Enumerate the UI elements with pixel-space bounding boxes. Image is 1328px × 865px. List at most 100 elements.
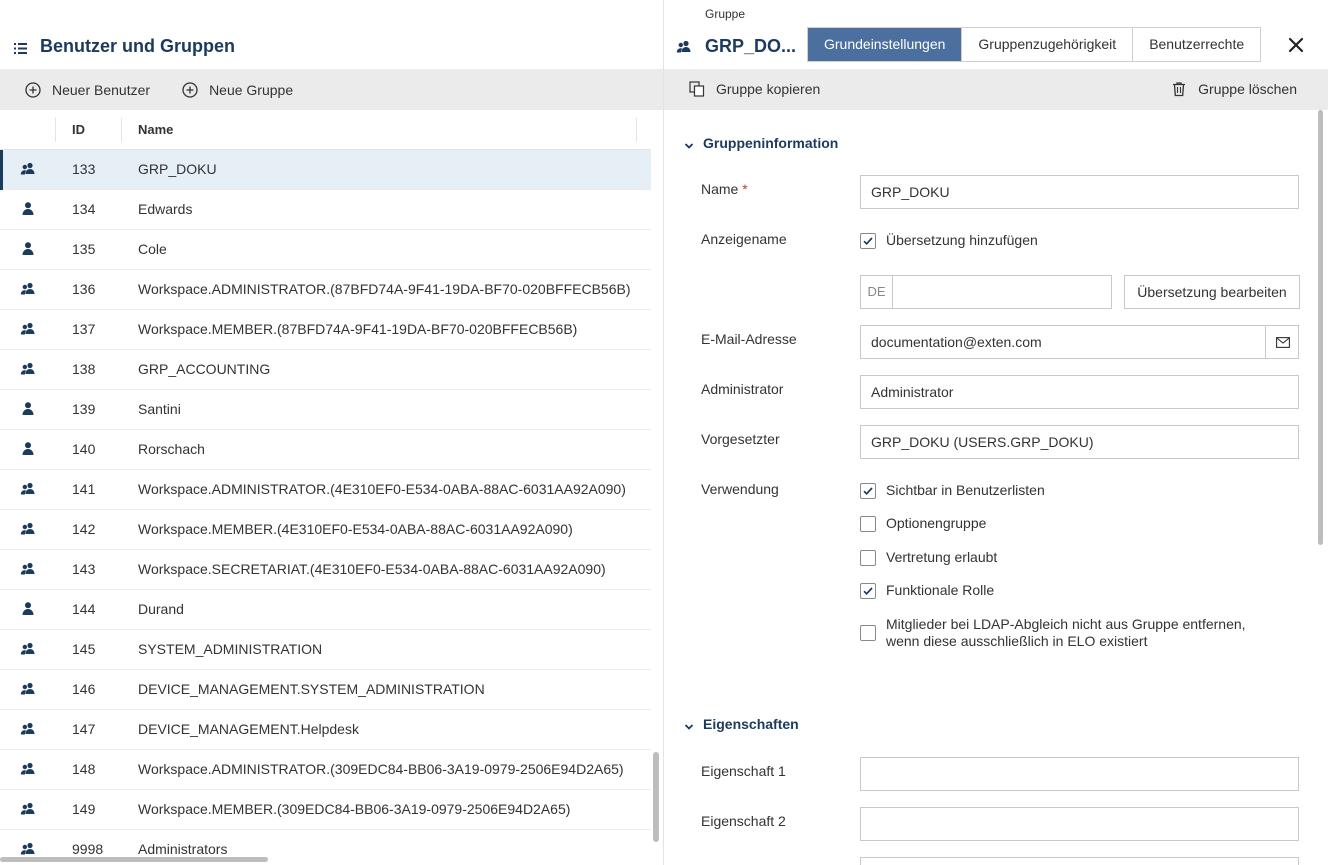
usage-option-checkbox[interactable]: Vertretung erlaubt <box>860 549 997 566</box>
group-icon <box>20 681 36 697</box>
property-3-field[interactable] <box>860 857 1299 865</box>
tab-user-rights[interactable]: Benutzerrechte <box>1133 28 1261 61</box>
add-translation-label: Übersetzung hinzufügen <box>886 232 1038 248</box>
delete-group-label: Gruppe löschen <box>1198 81 1297 97</box>
table-row[interactable]: 137 Workspace.MEMBER.(87BFD74A-9F41-19DA-… <box>0 310 651 350</box>
detail-toolbar: Gruppe kopieren Gruppe löschen <box>664 69 1328 110</box>
detail-caption: Gruppe <box>705 7 746 21</box>
table-row[interactable]: 141 Workspace.ADMINISTRATOR.(4E310EF0-E53… <box>0 470 651 510</box>
horizontal-scrollbar[interactable] <box>0 857 268 862</box>
row-name: GRP_DOKU <box>138 161 217 177</box>
detail-title: GRP_DO... <box>705 36 797 56</box>
new-group-button[interactable]: Neue Gruppe <box>182 82 293 98</box>
usage-option-checkbox[interactable]: Funktionale Rolle <box>860 582 994 599</box>
column-divider[interactable] <box>55 118 56 142</box>
name-field[interactable] <box>860 175 1299 209</box>
row-name: Rorschach <box>138 441 205 457</box>
row-name: GRP_ACCOUNTING <box>138 361 271 377</box>
section-properties-label: Eigenschaften <box>703 716 799 732</box>
language-prefix: DE <box>861 276 893 308</box>
table-row[interactable]: 145 SYSTEM_ADMINISTRATION <box>0 630 651 670</box>
usage-option-label: Optionengruppe <box>886 515 987 531</box>
row-id: 145 <box>72 641 96 657</box>
column-header-id[interactable]: ID <box>72 122 85 137</box>
table-row[interactable]: 135 Cole <box>0 230 651 270</box>
row-name: Workspace.ADMINISTRATOR.(87BFD74A-9F41-1… <box>138 281 631 297</box>
supervisor-label: Vorgesetzter <box>701 431 780 447</box>
group-icon <box>20 801 36 817</box>
column-header-name[interactable]: Name <box>138 122 173 137</box>
row-id: 143 <box>72 561 96 577</box>
delete-group-button[interactable]: Gruppe löschen <box>1171 81 1297 97</box>
checkbox-unchecked[interactable] <box>860 516 876 532</box>
section-group-info[interactable]: Gruppeninformation <box>684 135 838 151</box>
group-icon <box>20 521 36 537</box>
row-id: 146 <box>72 681 96 697</box>
tab-basic-settings[interactable]: Grundeinstellungen <box>808 28 963 61</box>
detail-tabs: Grundeinstellungen Gruppenzugehörigkeit … <box>807 27 1262 62</box>
row-name: DEVICE_MANAGEMENT.Helpdesk <box>138 721 359 737</box>
table-row[interactable]: 134 Edwards <box>0 190 651 230</box>
user-icon <box>20 401 36 417</box>
row-name: Cole <box>138 241 167 257</box>
close-icon[interactable] <box>1287 36 1305 54</box>
column-divider[interactable] <box>121 118 122 142</box>
row-name: Workspace.SECRETARIAT.(4E310EF0-E534-0AB… <box>138 561 606 577</box>
copy-group-button[interactable]: Gruppe kopieren <box>689 81 820 97</box>
supervisor-field[interactable] <box>860 425 1299 459</box>
plus-circle-icon <box>25 81 41 98</box>
table-row[interactable]: 143 Workspace.SECRETARIAT.(4E310EF0-E534-… <box>0 550 651 590</box>
row-name: Workspace.MEMBER.(4E310EF0-E534-0ABA-88A… <box>138 521 573 537</box>
usage-option-checkbox[interactable]: Optionengruppe <box>860 515 986 532</box>
checkbox-checked[interactable] <box>860 483 876 499</box>
group-icon <box>20 321 36 337</box>
usage-option-checkbox[interactable]: Sichtbar in Benutzerlisten <box>860 482 1045 499</box>
table-row[interactable]: 140 Rorschach <box>0 430 651 470</box>
table-row[interactable]: 148 Workspace.ADMINISTRATOR.(309EDC84-BB0… <box>0 750 651 790</box>
checkbox-checked[interactable] <box>860 233 876 249</box>
new-group-label: Neue Gruppe <box>209 81 294 98</box>
usage-option-label: Mitglieder bei LDAP-Abgleich nicht aus G… <box>886 616 1246 649</box>
checkbox-checked[interactable] <box>860 583 876 599</box>
vertical-scrollbar[interactable] <box>1318 110 1323 545</box>
table-row[interactable]: 147 DEVICE_MANAGEMENT.Helpdesk <box>0 710 651 750</box>
tab-group-membership[interactable]: Gruppenzugehörigkeit <box>962 28 1134 61</box>
new-user-label: Neuer Benutzer <box>52 81 151 98</box>
table-row[interactable]: 142 Workspace.MEMBER.(4E310EF0-E534-0ABA-… <box>0 510 651 550</box>
table-row[interactable]: 146 DEVICE_MANAGEMENT.SYSTEM_ADMINISTRATI… <box>0 670 651 710</box>
translation-field[interactable]: DE <box>860 275 1112 309</box>
row-id: 141 <box>72 481 96 497</box>
group-icon <box>20 721 36 737</box>
table-row[interactable]: 133 GRP_DOKU <box>0 150 651 190</box>
row-id: 133 <box>72 161 96 177</box>
table-row[interactable]: 144 Durand <box>0 590 651 630</box>
vertical-scrollbar[interactable] <box>653 752 659 842</box>
property-1-field[interactable] <box>860 757 1299 791</box>
user-icon <box>20 201 36 217</box>
table-row[interactable]: 138 GRP_ACCOUNTING <box>0 350 651 390</box>
user-group-list: 133 GRP_DOKU 134 Edwards 135 Cole 136 Workspace… <box>0 150 651 865</box>
add-translation-checkbox[interactable]: Übersetzung hinzufügen <box>860 232 1038 249</box>
row-id: 139 <box>72 401 96 417</box>
copy-group-label: Gruppe kopieren <box>716 81 821 97</box>
table-row[interactable]: 149 Workspace.MEMBER.(309EDC84-BB06-3A19-… <box>0 790 651 830</box>
usage-option-checkbox[interactable]: Mitglieder bei LDAP-Abgleich nicht aus G… <box>860 616 1280 650</box>
section-properties[interactable]: Eigenschaften <box>684 716 799 732</box>
table-row[interactable]: 139 Santini <box>0 390 651 430</box>
edit-translation-button[interactable]: Übersetzung bearbeiten <box>1124 275 1300 309</box>
row-id: 140 <box>72 441 96 457</box>
usage-option-label: Funktionale Rolle <box>886 582 995 598</box>
new-user-button[interactable]: Neuer Benutzer <box>25 82 150 98</box>
group-icon <box>20 481 36 497</box>
table-row[interactable]: 136 Workspace.ADMINISTRATOR.(87BFD74A-9F4… <box>0 270 651 310</box>
mail-icon[interactable] <box>1265 326 1299 358</box>
administrator-field[interactable] <box>860 375 1299 409</box>
user-icon <box>20 601 36 617</box>
property-2-field[interactable] <box>860 807 1299 841</box>
email-field[interactable] <box>860 325 1299 359</box>
email-label: E-Mail-Adresse <box>701 331 797 347</box>
row-id: 138 <box>72 361 96 377</box>
checkbox-unchecked[interactable] <box>860 625 876 641</box>
checkbox-unchecked[interactable] <box>860 550 876 566</box>
column-divider[interactable] <box>636 118 637 142</box>
